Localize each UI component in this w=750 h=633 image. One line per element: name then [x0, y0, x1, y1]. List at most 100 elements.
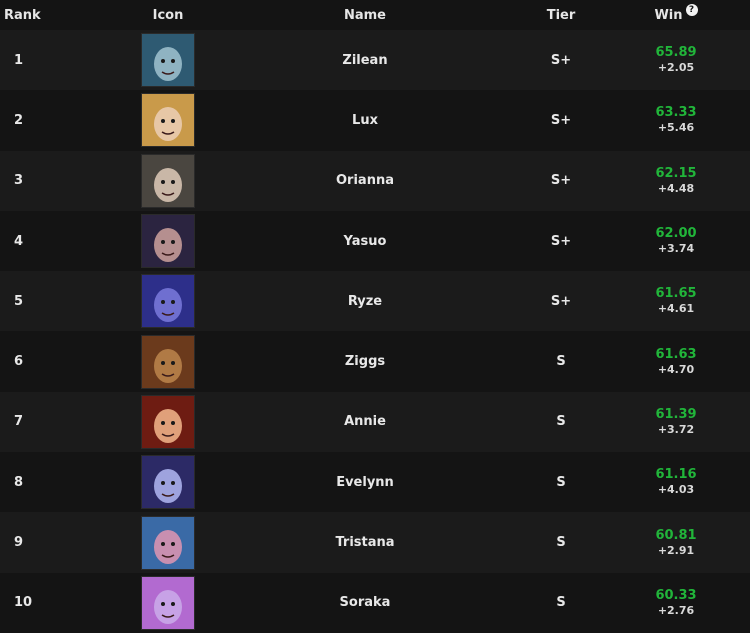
win-rate-delta: +5.46	[657, 121, 695, 135]
rank-cell: 10	[14, 595, 33, 611]
win-rate-delta: +4.70	[657, 362, 695, 376]
champion-name[interactable]: Soraka	[265, 595, 465, 610]
portrait-graphic	[142, 94, 194, 147]
win-cell: 61.63 +4.70	[616, 347, 736, 377]
champion-name[interactable]: Annie	[265, 414, 465, 429]
portrait-graphic	[142, 154, 194, 207]
tier-cell: S+	[550, 112, 572, 128]
win-rate-delta: +2.05	[657, 61, 695, 75]
portrait-graphic	[142, 34, 194, 87]
win-rate-delta: +4.48	[657, 181, 695, 195]
tier-cell: S+	[550, 293, 572, 309]
icon-cell	[113, 214, 223, 269]
icon-cell	[113, 153, 223, 208]
win-rate: 61.16	[655, 467, 697, 483]
lux-portrait-icon[interactable]	[141, 93, 195, 148]
tier-cell: S+	[550, 52, 572, 68]
portrait-graphic	[142, 275, 194, 328]
win-rate-delta: +3.72	[657, 422, 695, 436]
win-rate: 63.33	[655, 105, 697, 121]
orianna-portrait-icon[interactable]	[141, 153, 195, 208]
tier-cell: S	[556, 535, 566, 551]
tier-cell: S	[556, 414, 566, 430]
column-header-icon: Icon	[152, 7, 184, 23]
ziggs-portrait-icon[interactable]	[141, 334, 195, 389]
table-row[interactable]: 7 Annie S 61.39 +3.72	[0, 391, 750, 453]
tristana-portrait-icon[interactable]	[141, 515, 195, 570]
rank-cell: 7	[14, 414, 24, 430]
icon-cell	[113, 394, 223, 449]
table-header: Rank Icon Name Tier Win?	[0, 0, 750, 30]
win-cell: 61.65 +4.61	[616, 286, 736, 316]
win-cell: 62.15 +4.48	[616, 166, 736, 196]
win-rate-delta: +4.03	[657, 483, 695, 497]
win-rate: 62.15	[655, 165, 697, 181]
win-rate: 61.39	[655, 406, 697, 422]
icon-cell	[113, 33, 223, 88]
column-header-tier[interactable]: Tier	[521, 8, 601, 23]
champion-name[interactable]: Zilean	[265, 53, 465, 68]
win-rate: 61.63	[655, 346, 697, 362]
column-header-win-label: Win	[654, 7, 683, 23]
win-rate-delta: +2.91	[657, 543, 695, 557]
rank-cell: 2	[14, 112, 24, 128]
win-cell: 63.33 +5.46	[616, 105, 736, 135]
win-rate: 61.65	[655, 286, 697, 302]
table-row[interactable]: 9 Tristana S 60.81 +2.91	[0, 512, 750, 573]
win-cell: 65.89 +2.05	[616, 45, 736, 75]
column-header-win[interactable]: Win?	[616, 3, 736, 23]
icon-cell	[113, 515, 223, 570]
tier-cell: S	[556, 595, 566, 611]
soraka-portrait-icon[interactable]	[141, 575, 195, 630]
portrait-graphic	[142, 576, 194, 629]
tier-cell: S+	[550, 173, 572, 189]
column-header-rank[interactable]: Rank	[0, 8, 60, 23]
tier-cell: S	[556, 474, 566, 490]
evelynn-portrait-icon[interactable]	[141, 455, 195, 510]
champion-name[interactable]: Ziggs	[265, 354, 465, 369]
table-row[interactable]: 2 Lux S+ 63.33 +5.46	[0, 90, 750, 151]
win-rate: 60.33	[655, 587, 697, 603]
table-row[interactable]: 6 Ziggs S 61.63 +4.70	[0, 331, 750, 392]
champion-name[interactable]: Tristana	[265, 535, 465, 550]
help-icon[interactable]: ?	[685, 3, 698, 16]
portrait-graphic	[142, 215, 194, 268]
ryze-portrait-icon[interactable]	[141, 274, 195, 329]
portrait-graphic	[142, 456, 194, 509]
rank-cell: 1	[14, 52, 24, 68]
table-row[interactable]: 3 Orianna S+ 62.15 +4.48	[0, 150, 750, 211]
win-cell: 61.39 +3.72	[616, 407, 736, 437]
champion-name[interactable]: Yasuo	[265, 234, 465, 249]
rank-cell: 8	[14, 474, 24, 490]
win-cell: 62.00 +3.74	[616, 226, 736, 256]
champion-tier-table: Rank Icon Name Tier Win? 1 Zilean S+ 65.…	[0, 0, 750, 633]
tier-cell: S+	[550, 233, 572, 249]
win-rate-delta: +2.76	[657, 603, 695, 617]
table-row[interactable]: 5 Ryze S+ 61.65 +4.61	[0, 271, 750, 332]
column-header-name[interactable]: Name	[265, 8, 465, 23]
champion-name[interactable]: Lux	[265, 113, 465, 128]
icon-cell	[113, 93, 223, 148]
win-rate: 60.81	[655, 527, 697, 543]
table-row[interactable]: 1 Zilean S+ 65.89 +2.05	[0, 30, 750, 91]
table-row[interactable]: 10 Soraka S 60.33 +2.76	[0, 572, 750, 633]
champion-name[interactable]: Ryze	[265, 294, 465, 309]
table-row[interactable]: 4 Yasuo S+ 62.00 +3.74	[0, 210, 750, 272]
champion-name[interactable]: Evelynn	[265, 475, 465, 490]
win-rate: 65.89	[655, 45, 697, 61]
table-body: 1 Zilean S+ 65.89 +2.05 2 Lux S+ 63.33 +…	[0, 30, 750, 633]
rank-cell: 4	[14, 233, 24, 249]
zilean-portrait-icon[interactable]	[141, 33, 195, 88]
portrait-graphic	[142, 335, 194, 388]
annie-portrait-icon[interactable]	[141, 394, 195, 449]
icon-cell	[113, 455, 223, 510]
icon-cell	[113, 334, 223, 389]
win-rate-delta: +4.61	[657, 302, 695, 316]
champion-name[interactable]: Orianna	[265, 173, 465, 188]
win-cell: 61.16 +4.03	[616, 467, 736, 497]
table-row[interactable]: 8 Evelynn S 61.16 +4.03	[0, 452, 750, 513]
icon-cell	[113, 274, 223, 329]
yasuo-portrait-icon[interactable]	[141, 214, 195, 269]
rank-cell: 5	[14, 293, 24, 309]
win-rate-delta: +3.74	[657, 242, 695, 256]
